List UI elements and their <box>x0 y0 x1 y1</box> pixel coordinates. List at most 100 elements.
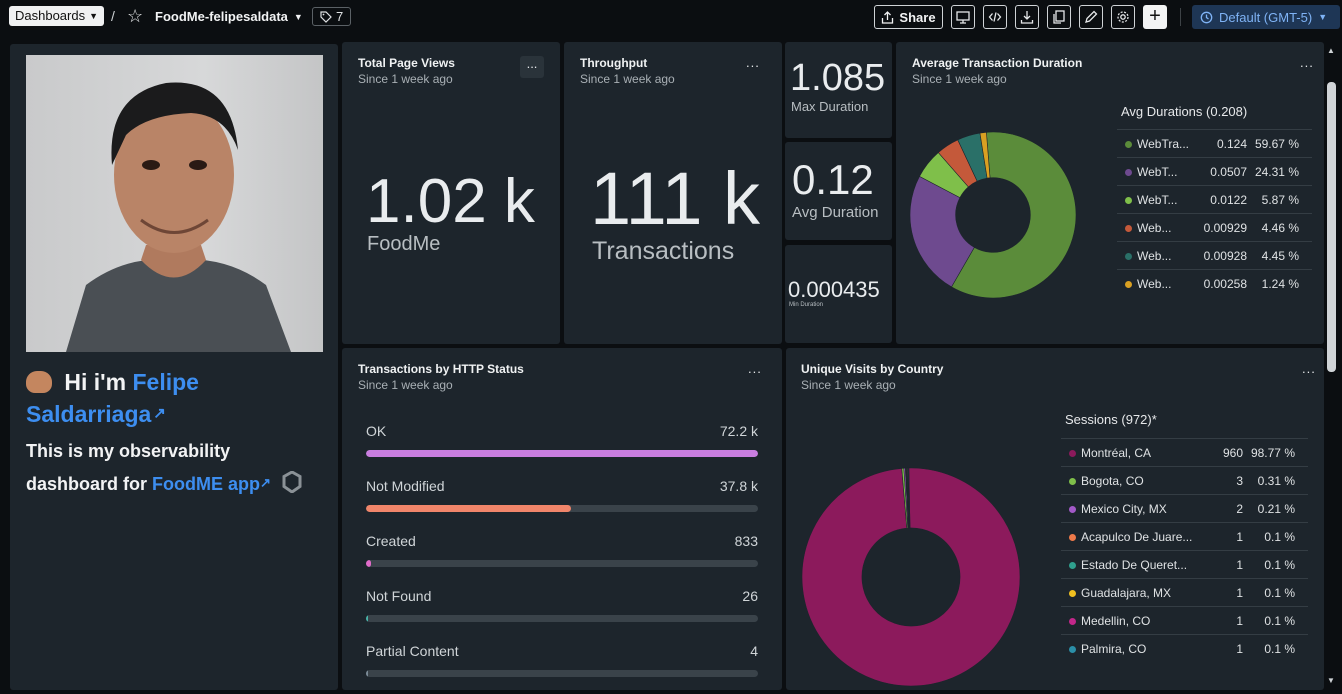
legend-color-dot <box>1069 534 1076 541</box>
legend-item[interactable]: Web... 0.00928 4.45 % <box>1117 241 1312 269</box>
legend-percent: 24.31 % <box>1254 165 1299 179</box>
scroll-down-arrow[interactable]: ▼ <box>1327 676 1335 685</box>
billboard-label: Avg Duration <box>792 204 879 221</box>
legend-value: 0.124 <box>1216 137 1247 151</box>
legend-percent: 0.1 % <box>1264 558 1295 572</box>
legend-item[interactable]: Medellin, CO 1 0.1 % <box>1061 606 1308 634</box>
legend-item[interactable]: Web... 0.00929 4.46 % <box>1117 213 1312 241</box>
legend-color-dot <box>1069 618 1076 625</box>
legend-percent: 0.21 % <box>1257 502 1295 516</box>
dashboard-name-dropdown[interactable]: FoodMe-felipesaldata ▼ <box>155 9 303 24</box>
download-button[interactable] <box>1015 5 1039 29</box>
max-duration-panel: 1.085 Max Duration <box>785 42 892 138</box>
legend-color-dot <box>1069 590 1076 597</box>
legend-title: Avg Durations (0.208) <box>1121 104 1248 119</box>
panel-menu-button[interactable]: ... <box>520 56 544 78</box>
legend-label: Bogota, CO <box>1081 474 1144 488</box>
legend-item[interactable]: Montréal, CA 960 98.77 % <box>1061 438 1308 466</box>
external-link-icon[interactable]: ↗ <box>260 475 271 490</box>
legend-item[interactable]: WebT... 0.0122 5.87 % <box>1117 185 1312 213</box>
panel-subtitle: Since 1 week ago <box>358 378 453 392</box>
external-link-icon[interactable]: ↗ <box>153 405 166 422</box>
json-button[interactable] <box>983 5 1007 29</box>
legend-label: Guadalajara, MX <box>1081 586 1172 600</box>
legend-value: 0.0507 <box>1210 165 1247 179</box>
desc-line1: This is my observability <box>26 441 231 461</box>
share-button[interactable]: Share <box>874 5 943 29</box>
settings-button[interactable] <box>1111 5 1135 29</box>
pie-slice[interactable] <box>801 467 1021 687</box>
legend-label: Montréal, CA <box>1081 446 1152 460</box>
timezone-picker[interactable]: Default (GMT-5) ▼ <box>1192 5 1340 29</box>
billboard-value: 0.12 <box>792 156 874 203</box>
legend-value: 0.0122 <box>1210 193 1247 207</box>
tag-icon <box>320 10 332 23</box>
billboard-label: Transactions <box>592 237 735 265</box>
legend-item[interactable]: Bogota, CO 3 0.31 % <box>1061 466 1308 494</box>
avg-transaction-duration-panel: Average Transaction Duration Since 1 wee… <box>896 42 1324 344</box>
panel-subtitle: Since 1 week ago <box>912 72 1007 86</box>
legend-item[interactable]: Estado De Queret... 1 0.1 % <box>1061 550 1308 578</box>
bar-fill <box>366 450 758 457</box>
edit-button[interactable] <box>1079 5 1103 29</box>
panel-menu-button[interactable]: ... <box>748 362 762 375</box>
favorite-star-icon[interactable]: ☆ <box>127 6 143 26</box>
timezone-label: Default (GMT-5) <box>1219 9 1313 25</box>
bar-value: 37.8 k <box>719 478 758 494</box>
page-scrollbar[interactable]: ▲ ▼ <box>1326 44 1336 690</box>
legend-color-dot <box>1069 450 1076 457</box>
legend-label: WebTra... <box>1137 137 1190 151</box>
dashboards-dropdown[interactable]: Dashboards ▼ <box>9 6 105 26</box>
copy-icon <box>1053 10 1065 24</box>
visits-by-country-panel: Unique Visits by Country Since 1 week ag… <box>786 348 1324 690</box>
bar-track <box>366 450 758 457</box>
legend-color-dot <box>1125 225 1132 232</box>
legend-value: 1 <box>1236 586 1243 600</box>
panel-menu-button[interactable]: ... <box>746 56 760 69</box>
tags-button[interactable]: 7 <box>312 7 352 26</box>
legend-percent: 59.67 % <box>1254 137 1299 151</box>
panel-title: Average Transaction Duration <box>912 56 1083 70</box>
panel-menu-button[interactable]: ... <box>1302 362 1316 375</box>
legend-color-dot <box>1125 197 1132 204</box>
download-icon <box>1020 11 1034 24</box>
legend-item[interactable]: WebTra... 0.124 59.67 % <box>1117 129 1312 157</box>
bar-fill <box>366 505 572 512</box>
legend-percent: 0.1 % <box>1264 642 1295 656</box>
legend-label: Web... <box>1137 221 1172 235</box>
legend-color-dot <box>1069 506 1076 513</box>
tv-mode-button[interactable] <box>951 5 975 29</box>
duplicate-button[interactable] <box>1047 5 1071 29</box>
dashboards-label: Dashboards <box>15 8 86 23</box>
share-icon <box>882 10 894 24</box>
portrait-illustration <box>66 82 291 352</box>
bar-value: 72.2 k <box>719 423 758 439</box>
legend-item[interactable]: WebT... 0.0507 24.31 % <box>1117 157 1312 185</box>
legend-value: 0.00928 <box>1203 249 1247 263</box>
legend-item[interactable]: Mexico City, MX 2 0.21 % <box>1061 494 1308 522</box>
panel-menu-button[interactable]: ... <box>1300 56 1314 69</box>
billboard-value: 1.02 k <box>366 167 535 236</box>
legend-item[interactable]: Palmira, CO 1 0.1 % <box>1061 634 1308 662</box>
legend-item[interactable]: Acapulco De Juare... 1 0.1 % <box>1061 522 1308 550</box>
intro-panel: Hi i'm Felipe Saldarriaga ↗ This is my obs… <box>10 44 338 690</box>
app-link[interactable]: FoodME app <box>152 474 260 494</box>
pencil-icon <box>1085 10 1098 23</box>
chevron-down-icon: ▼ <box>293 11 303 22</box>
bar-track <box>366 670 758 677</box>
toolbar-divider <box>1180 8 1181 26</box>
legend-item[interactable]: Guadalajara, MX 1 0.1 % <box>1061 578 1308 606</box>
scroll-up-arrow[interactable]: ▲ <box>1327 46 1335 55</box>
legend-label: Estado De Queret... <box>1081 558 1188 572</box>
legend-value: 1 <box>1236 614 1243 628</box>
gear-icon <box>1117 11 1129 23</box>
add-widget-button[interactable]: + <box>1143 5 1167 29</box>
scrollbar-thumb[interactable] <box>1327 82 1336 372</box>
panel-title: Total Page Views <box>358 56 455 70</box>
name-last: Saldarriaga <box>26 401 152 427</box>
breadcrumb-separator: / <box>111 8 115 24</box>
legend-percent: 0.31 % <box>1257 474 1295 488</box>
legend-label: Medellin, CO <box>1081 614 1151 628</box>
desc-prefix: dashboard for <box>26 474 148 494</box>
legend-item[interactable]: Web... 0.00258 1.24 % <box>1117 269 1312 297</box>
